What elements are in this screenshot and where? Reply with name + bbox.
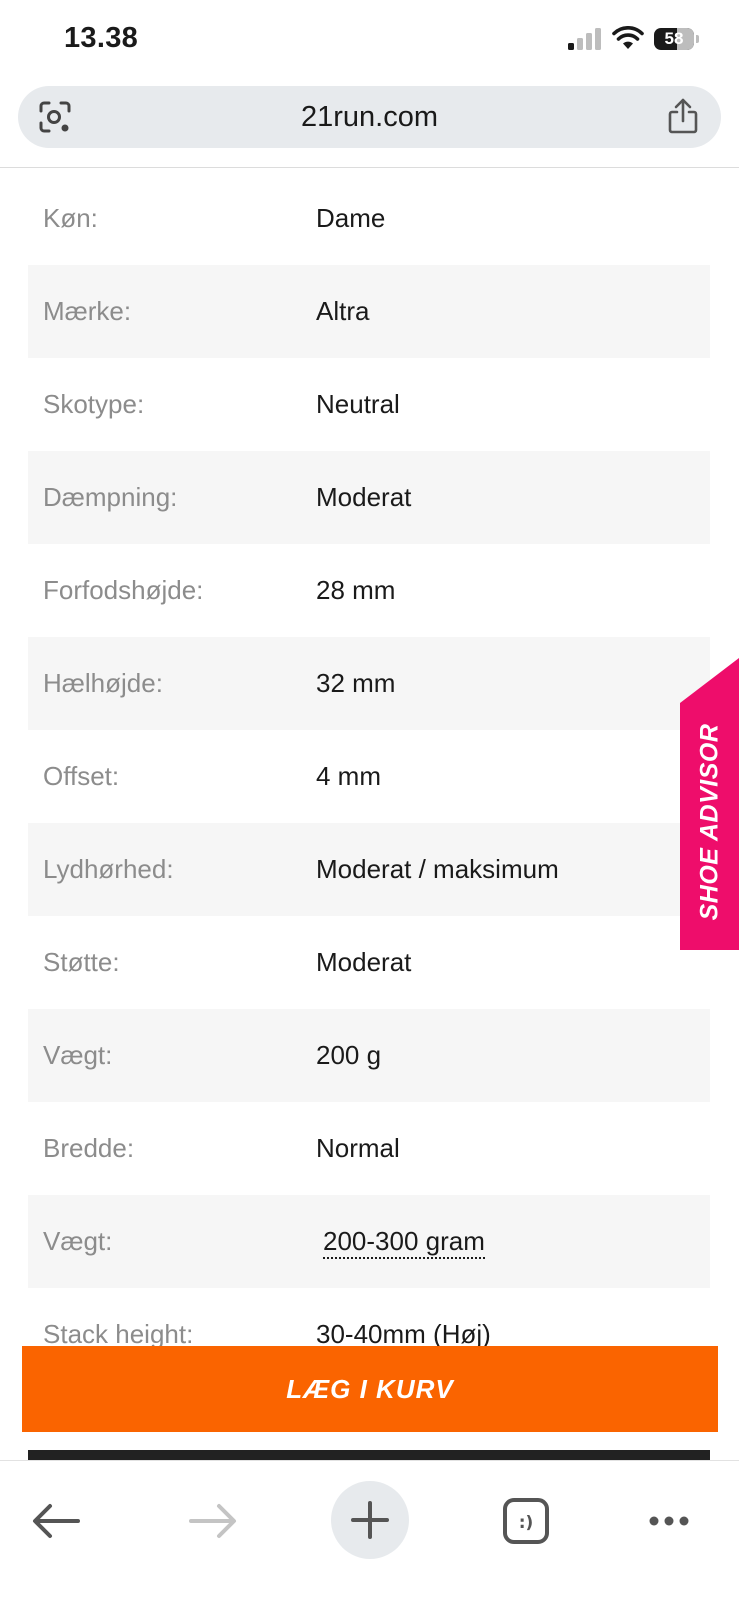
spec-label: Skotype: xyxy=(43,389,145,419)
spec-value: Moderat xyxy=(316,947,412,977)
spec-value: Moderat xyxy=(316,482,412,512)
table-row: Lydhørhed: Moderat / maksimum xyxy=(28,823,710,916)
spec-value: 28 mm xyxy=(316,575,396,605)
spec-value: 4 mm xyxy=(316,761,381,791)
spec-value: 32 mm xyxy=(316,668,396,698)
add-to-cart-button[interactable]: LÆG I KURV xyxy=(22,1346,718,1432)
spec-label: Mærke: xyxy=(43,296,132,326)
table-row: Dæmpning: Moderat xyxy=(28,451,710,544)
shoe-advisor-label: SHOE ADVISOR xyxy=(695,723,723,921)
spec-value: Dame xyxy=(316,203,386,233)
spec-value: Neutral xyxy=(316,389,400,419)
table-row: Skotype: Neutral xyxy=(28,358,710,451)
more-menu-button[interactable] xyxy=(631,1483,707,1559)
table-row: Offset: 4 mm xyxy=(28,730,710,823)
tab-switcher-button[interactable]: :) xyxy=(488,1483,564,1559)
battery-percent: 58 xyxy=(664,29,684,48)
table-row: Bredde: Normal xyxy=(28,1102,710,1195)
spec-label: Forfodshøjde: xyxy=(43,575,204,605)
more-icon xyxy=(649,1516,689,1526)
spec-value: 200 g xyxy=(316,1040,382,1070)
spec-value: Normal xyxy=(316,1133,400,1163)
back-button[interactable] xyxy=(18,1483,94,1559)
spec-value: Altra xyxy=(316,296,370,326)
plus-icon xyxy=(351,1501,389,1539)
url-divider xyxy=(0,167,739,168)
shoe-advisor-tab[interactable]: SHOE ADVISOR xyxy=(680,658,739,950)
cellular-signal-icon xyxy=(568,28,601,50)
table-row: Vægt: 200-300 gram xyxy=(28,1195,710,1288)
table-row: Forfodshøjde: 28 mm xyxy=(28,544,710,637)
battery-icon: 58 xyxy=(654,28,700,50)
forward-button[interactable] xyxy=(175,1483,251,1559)
forward-arrow-icon xyxy=(189,1504,236,1538)
back-arrow-icon xyxy=(33,1504,80,1538)
table-row: Vægt: 200 g xyxy=(28,1009,710,1102)
address-bar[interactable]: 21run.com xyxy=(18,86,721,148)
spec-label: Vægt: xyxy=(43,1040,113,1070)
table-row: Støtte: Moderat xyxy=(28,916,710,1009)
share-icon[interactable] xyxy=(667,97,699,135)
spec-label: Lydhørhed: xyxy=(43,854,174,884)
spec-label: Bredde: xyxy=(43,1133,135,1163)
spec-label: Støtte: xyxy=(43,947,120,977)
url-domain[interactable]: 21run.com xyxy=(18,86,721,148)
browser-toolbar: :) xyxy=(0,1460,739,1601)
tabs-icon: :) xyxy=(503,1498,549,1544)
svg-text::): :) xyxy=(519,1513,534,1533)
spec-label: Offset: xyxy=(43,761,120,791)
table-row: Mærke: Altra xyxy=(28,265,710,358)
spec-label: Køn: xyxy=(43,203,98,233)
status-bar: 13.38 58 xyxy=(0,0,739,80)
status-time: 13.38 xyxy=(64,22,139,54)
spec-label: Hælhøjde: xyxy=(43,668,163,698)
weight-range-link-text[interactable]: 200-300 gram xyxy=(323,1226,485,1259)
new-tab-button[interactable] xyxy=(331,1481,409,1559)
table-row: Hælhøjde: 32 mm xyxy=(28,637,710,730)
lens-icon[interactable] xyxy=(38,100,72,134)
table-row: Køn: Dame xyxy=(28,172,710,265)
spec-value: Moderat / maksimum xyxy=(316,854,559,884)
specs-table: Køn: Dame Mærke: Altra Skotype: Neutral … xyxy=(28,172,710,1381)
spec-label: Vægt: xyxy=(43,1226,113,1256)
weight-range-link[interactable]: 200-300 gram xyxy=(323,1195,485,1288)
spec-label: Dæmpning: xyxy=(43,482,178,512)
wifi-icon xyxy=(612,26,644,49)
